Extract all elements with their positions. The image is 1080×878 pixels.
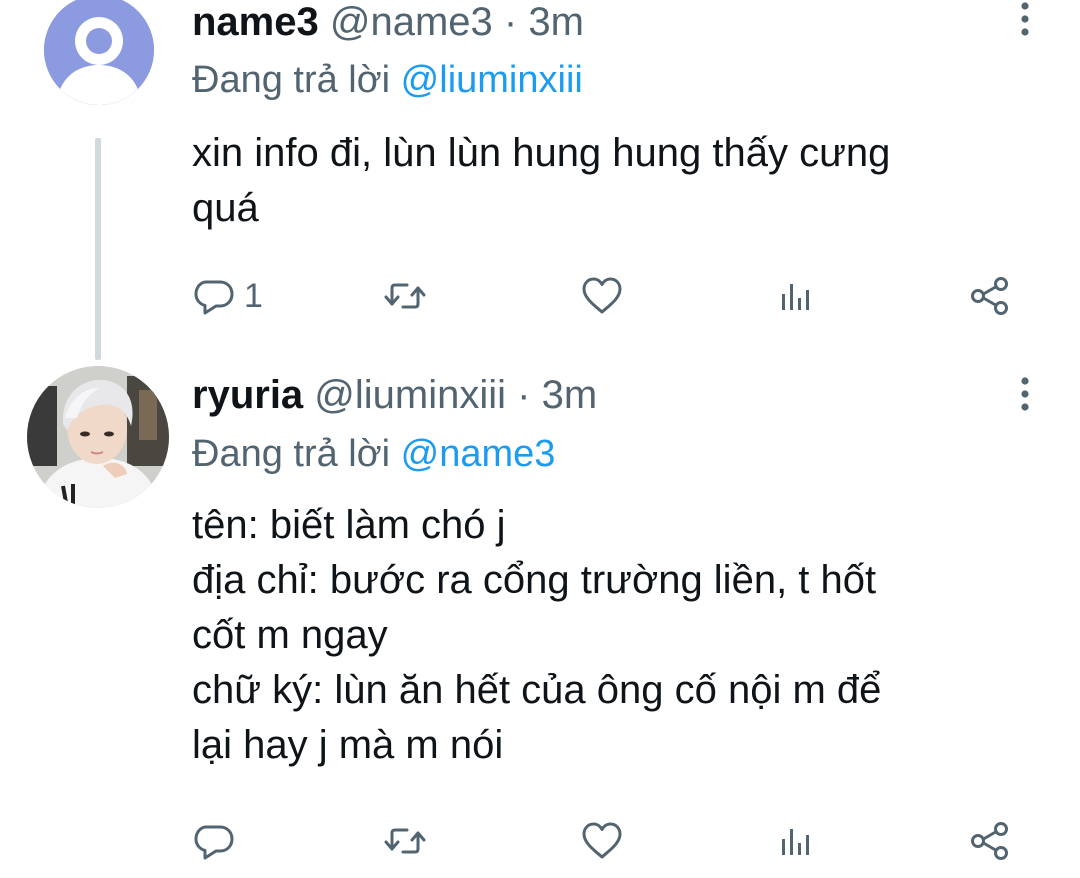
display-name[interactable]: ryuria	[192, 373, 303, 417]
like-button[interactable]	[580, 815, 624, 867]
retweet-icon	[384, 828, 426, 854]
more-vertical-icon	[1021, 377, 1029, 411]
views-button[interactable]	[776, 815, 820, 867]
tweet-header: name3 @name3 · 3m	[192, 0, 584, 46]
display-name[interactable]: name3	[192, 0, 319, 44]
thread-line	[95, 138, 101, 360]
tweet-actions	[0, 815, 1080, 867]
default-user-icon	[44, 0, 154, 105]
replying-mention-link[interactable]: @name3	[401, 433, 556, 475]
views-icon	[782, 284, 809, 310]
heart-icon	[582, 277, 622, 314]
replying-prefix: Đang trả lời	[192, 59, 391, 101]
replying-to: Đang trả lời @liuminxiii	[192, 57, 583, 103]
more-vertical-icon	[1021, 2, 1029, 36]
share-button[interactable]	[968, 815, 1012, 867]
tweet-header: ryuria @liuminxiii · 3m	[192, 371, 597, 419]
user-photo	[27, 366, 169, 508]
reply-button[interactable]: 1	[192, 270, 263, 322]
avatar[interactable]	[44, 0, 154, 105]
timestamp[interactable]: 3m	[542, 373, 598, 417]
timestamp[interactable]: 3m	[528, 0, 584, 44]
views-button[interactable]	[776, 270, 820, 322]
replying-to: Đang trả lời @name3	[192, 431, 555, 477]
retweet-icon	[384, 283, 426, 309]
more-options-button[interactable]	[1018, 0, 1032, 40]
tweet-name3[interactable]: name3 @name3 · 3m Đang trả lời @liuminxi…	[0, 0, 1080, 370]
user-handle[interactable]: @liuminxiii	[314, 373, 506, 417]
avatar[interactable]	[27, 366, 169, 508]
user-handle[interactable]: @name3	[330, 0, 493, 44]
tweet-text: tên: biết làm chó j địa chỉ: bước ra cổn…	[192, 503, 882, 767]
like-button[interactable]	[580, 270, 624, 322]
reply-icon	[194, 280, 234, 315]
retweet-button[interactable]	[383, 270, 427, 322]
replying-prefix: Đang trả lời	[192, 433, 391, 475]
heart-icon	[582, 822, 622, 859]
reply-count: 1	[244, 277, 263, 315]
tweet-actions: 1	[0, 270, 1080, 322]
replying-mention-link[interactable]: @liuminxiii	[401, 59, 583, 101]
tweet-text: xin info đi, lùn lùn hung hung thấy cưng…	[192, 131, 891, 230]
reply-icon	[194, 825, 234, 860]
separator-dot: ·	[517, 373, 531, 417]
reply-button[interactable]	[192, 815, 244, 867]
share-icon	[971, 277, 1008, 315]
views-icon	[782, 829, 809, 855]
share-icon	[971, 822, 1008, 860]
share-button[interactable]	[968, 270, 1012, 322]
separator-dot: ·	[503, 0, 518, 44]
more-options-button[interactable]	[1018, 375, 1032, 415]
tweet-ryuria[interactable]: ryuria @liuminxiii · 3m Đang trả lời @na…	[0, 366, 1080, 878]
retweet-button[interactable]	[383, 815, 427, 867]
